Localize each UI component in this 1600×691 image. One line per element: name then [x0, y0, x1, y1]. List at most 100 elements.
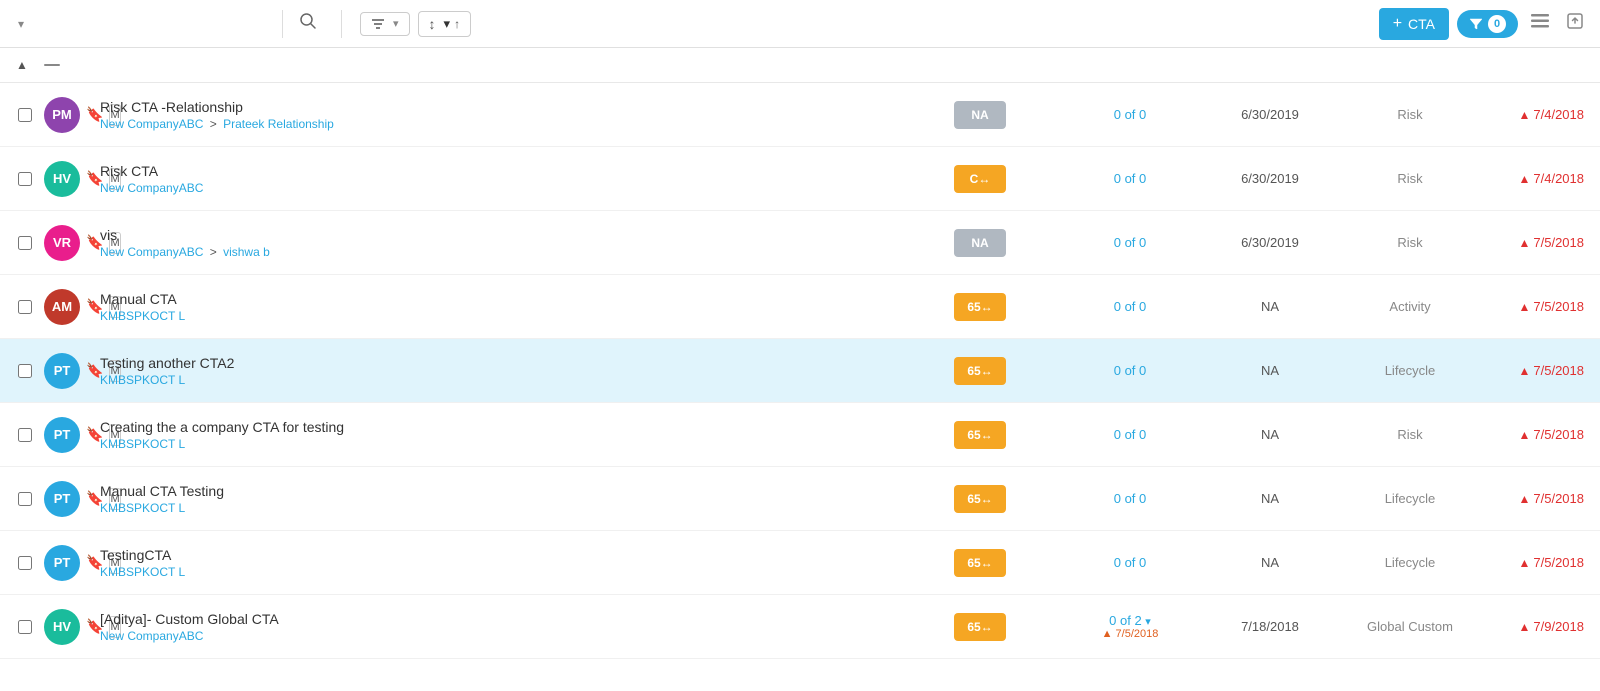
due-date-cell: ▲ 7/5/2018 — [1470, 491, 1600, 506]
tasks-cell: 0 of 0 — [1070, 363, 1190, 378]
toolbar-actions: ▾ ↕ ▾ ↑ — [293, 6, 1379, 41]
tasks-link[interactable]: 0 of 0 — [1114, 427, 1147, 442]
renewal-cell: NA — [1190, 427, 1350, 442]
cta-title[interactable]: Testing another CTA2 — [100, 355, 890, 371]
cta-company[interactable]: KMBSPKOCT L — [100, 373, 890, 387]
add-cta-button[interactable]: + CTA — [1379, 8, 1449, 40]
health-cell: 65↔ — [890, 421, 1070, 449]
tasks-link[interactable]: 0 of 0 — [1114, 555, 1147, 570]
export-button[interactable] — [1562, 8, 1588, 39]
due-date-value: 7/9/2018 — [1533, 619, 1584, 634]
cta-company[interactable]: New CompanyABC — [100, 181, 890, 195]
tasks-link[interactable]: 0 of 0 — [1114, 363, 1147, 378]
health-badge: 65↔ — [954, 421, 1006, 449]
row-checkbox-cell — [10, 492, 40, 506]
due-date-value: 7/4/2018 — [1533, 171, 1584, 186]
renewal-cell: NA — [1190, 491, 1350, 506]
tasks-sub: ▲ 7/5/2018 — [1102, 628, 1159, 640]
search-button[interactable] — [293, 6, 323, 41]
type-cell: Lifecycle — [1350, 491, 1470, 506]
cta-title[interactable]: Creating the a company CTA for testing — [100, 419, 890, 435]
cta-title[interactable]: [Aditya]- Custom Global CTA — [100, 611, 890, 627]
sort-chevron: ▾ — [444, 16, 451, 32]
cta-title[interactable]: Manual CTA Testing — [100, 483, 890, 499]
tasks-cell: 0 of 2 ▾ ▲ 7/5/2018 — [1070, 613, 1190, 640]
cta-title[interactable]: Manual CTA — [100, 291, 890, 307]
row-checkbox[interactable] — [18, 172, 32, 186]
active-filter-badge[interactable]: 0 — [1457, 10, 1518, 38]
cta-title[interactable]: TestingCTA — [100, 547, 890, 563]
tasks-link[interactable]: 0 of 2 ▾ — [1109, 613, 1151, 628]
due-date-filter-1[interactable]: ▾ — [360, 12, 410, 36]
cta-name-cell: TestingCTA KMBSPKOCT L — [100, 539, 890, 587]
filter1-chevron: ▾ — [393, 17, 399, 30]
health-badge: 65↔ — [954, 485, 1006, 513]
cta-company[interactable]: New CompanyABC — [100, 629, 890, 643]
avatar: HV — [44, 609, 80, 645]
renewal-cell: 7/18/2018 — [1190, 619, 1350, 634]
row-checkbox[interactable] — [18, 492, 32, 506]
type-cell: Risk — [1350, 171, 1470, 186]
row-checkbox[interactable] — [18, 428, 32, 442]
list-view-button[interactable] — [1526, 8, 1554, 39]
chevron-down-icon: ▾ — [18, 17, 24, 31]
cta-company[interactable]: KMBSPKOCT L — [100, 309, 890, 323]
row-checkbox[interactable] — [18, 364, 32, 378]
tasks-link[interactable]: 0 of 0 — [1114, 491, 1147, 506]
view-dropdown[interactable]: ▾ — [12, 17, 272, 31]
type-cell: Risk — [1350, 235, 1470, 250]
avatar: PT — [44, 417, 80, 453]
avatar-cell: PM 🔖 M — [40, 97, 100, 133]
row-checkbox[interactable] — [18, 556, 32, 570]
avatar-cell: PT 🔖 M — [40, 545, 100, 581]
tasks-cell: 0 of 0 — [1070, 555, 1190, 570]
health-cell: 65↔ — [890, 549, 1070, 577]
due-date-cell: ▲ 7/5/2018 — [1470, 555, 1600, 570]
row-checkbox[interactable] — [18, 620, 32, 634]
row-checkbox[interactable] — [18, 236, 32, 250]
cta-title[interactable]: Risk CTA — [100, 163, 890, 179]
tasks-link[interactable]: 0 of 0 — [1114, 107, 1147, 122]
search-icon — [299, 12, 317, 30]
cta-name-cell: [Aditya]- Custom Global CTA New CompanyA… — [100, 603, 890, 651]
cta-company[interactable]: KMBSPKOCT L — [100, 565, 890, 579]
table-row: PM 🔖 M Risk CTA -Relationship New Compan… — [0, 83, 1600, 147]
tasks-cell: 0 of 0 — [1070, 299, 1190, 314]
table-area: ▲ PM 🔖 M Risk CTA -Relationship New Comp… — [0, 48, 1600, 691]
type-cell: Lifecycle — [1350, 555, 1470, 570]
overdue-icon: ▲ — [1519, 236, 1531, 250]
table-row: VR 🔖 M vis New CompanyABC > vishwa b NA … — [0, 211, 1600, 275]
overdue-icon: ▲ — [1519, 556, 1531, 570]
due-date-value: 7/5/2018 — [1533, 427, 1584, 442]
table-row: PT 🔖 M TestingCTA KMBSPKOCT L 65↔ 0 of 0… — [0, 531, 1600, 595]
cta-plus-icon: + — [1393, 15, 1402, 33]
due-date-value: 7/5/2018 — [1533, 363, 1584, 378]
health-badge: 65↔ — [954, 613, 1006, 641]
renewal-cell: 6/30/2019 — [1190, 107, 1350, 122]
tasks-dropdown-icon[interactable]: ▾ — [1145, 616, 1151, 628]
avatar: PT — [44, 481, 80, 517]
health-cell: C↔ — [890, 165, 1070, 193]
sort-icon: ↕ — [429, 16, 436, 32]
table-row: HV 🔖 M [Aditya]- Custom Global CTA New C… — [0, 595, 1600, 659]
tasks-cell: 0 of 0 — [1070, 427, 1190, 442]
tasks-link[interactable]: 0 of 0 — [1114, 299, 1147, 314]
due-date-cell: ▲ 7/5/2018 — [1470, 299, 1600, 314]
cta-company[interactable]: New CompanyABC > Prateek Relationship — [100, 117, 890, 131]
tasks-link[interactable]: 0 of 0 — [1114, 171, 1147, 186]
row-checkbox[interactable] — [18, 108, 32, 122]
health-badge: NA — [954, 101, 1006, 129]
health-cell: 65↔ — [890, 293, 1070, 321]
cta-title[interactable]: Risk CTA -Relationship — [100, 99, 890, 115]
row-checkbox[interactable] — [18, 300, 32, 314]
cta-company[interactable]: KMBSPKOCT L — [100, 437, 890, 451]
cta-company[interactable]: New CompanyABC > vishwa b — [100, 245, 890, 259]
type-cell: Lifecycle — [1350, 363, 1470, 378]
tasks-link[interactable]: 0 of 0 — [1114, 235, 1147, 250]
avatar-cell: PT 🔖 M — [40, 417, 100, 453]
divider-1 — [282, 10, 283, 38]
cta-company[interactable]: KMBSPKOCT L — [100, 501, 890, 515]
due-date-sort[interactable]: ↕ ▾ ↑ — [418, 11, 472, 37]
cta-title[interactable]: vis — [100, 227, 890, 243]
group-collapse-button[interactable]: ▲ — [16, 58, 28, 72]
